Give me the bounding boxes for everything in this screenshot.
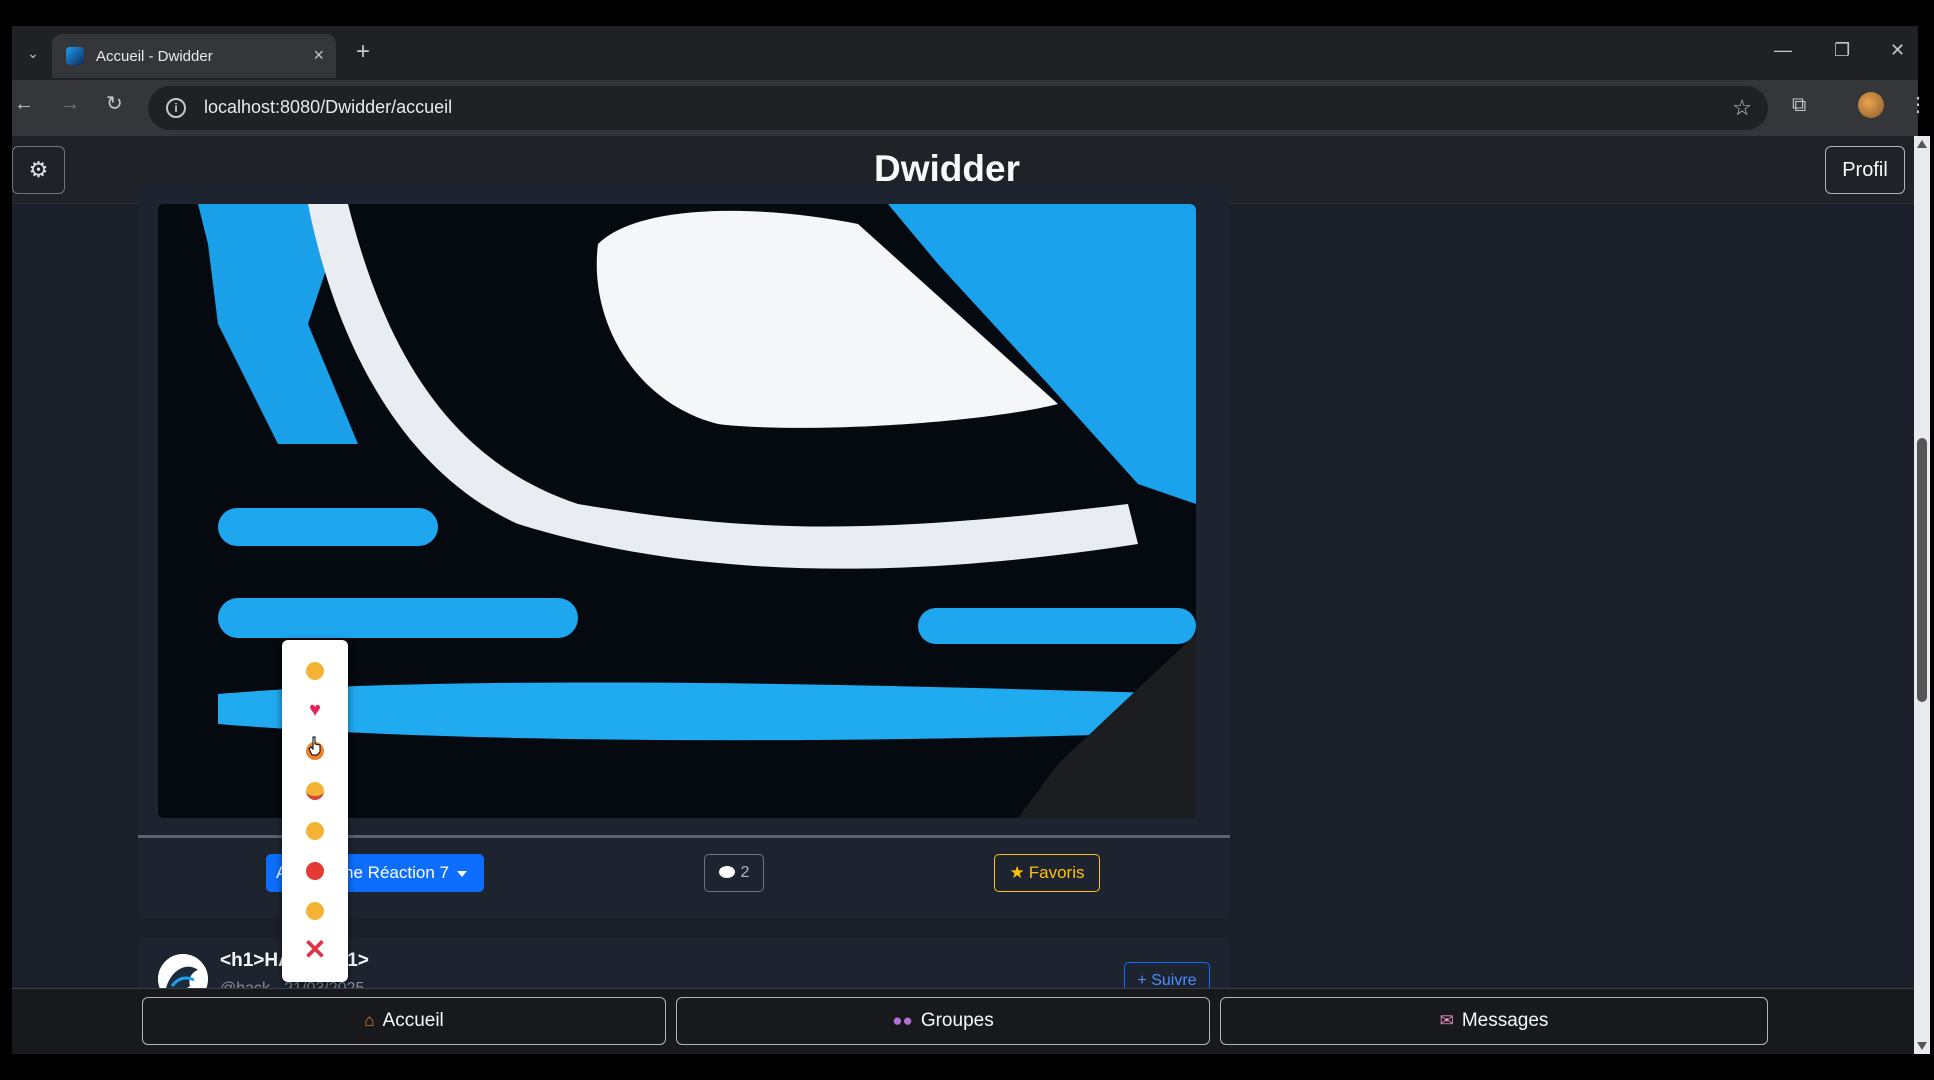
screen: ⌄ Accueil - Dwidder × + — ❐ ✕ ← → ↻ i lo… [0, 0, 1934, 1080]
reaction-thumbs-up[interactable] [282, 650, 348, 690]
page-scrollbar[interactable] [1914, 136, 1930, 1054]
house-icon: ⌂ [364, 1011, 375, 1030]
nav-groups-button[interactable]: ●● Groupes [676, 997, 1210, 1045]
restore-button[interactable]: ❐ [1834, 40, 1850, 61]
laughing-face-icon [306, 782, 324, 801]
reaction-thinking[interactable] [282, 890, 348, 930]
nav-home-button[interactable]: ⌂ Accueil [142, 997, 666, 1045]
reload-icon[interactable]: ↻ [106, 93, 123, 115]
reaction-dropdown-menu: ♥ ✕ [282, 640, 348, 982]
surprised-face-icon [306, 822, 324, 841]
thinking-face-icon [306, 902, 324, 921]
close-icon: ✕ [303, 934, 327, 965]
browser-toolbar: ← → ↻ i localhost:8080/Dwidder/accueil ☆… [12, 80, 1928, 136]
comments-button[interactable]: 2 [704, 854, 764, 892]
nav-groups-label: Groupes [920, 1010, 994, 1031]
caret-down-icon [456, 870, 467, 877]
nav-home-label: Accueil [382, 1010, 444, 1031]
extensions-icon[interactable]: ⧉ [1792, 94, 1806, 117]
scroll-down-arrow-icon[interactable] [1917, 1042, 1927, 1050]
favicon-icon [66, 47, 84, 65]
browser-menu-icon[interactable]: ⋮ [1908, 92, 1928, 117]
minimize-button[interactable]: — [1774, 40, 1792, 61]
scroll-thumb[interactable] [1917, 438, 1927, 702]
heart-icon: ♥ [309, 699, 321, 721]
close-window-button[interactable]: ✕ [1890, 40, 1905, 61]
scroll-up-arrow-icon[interactable] [1917, 140, 1927, 148]
browser-tab[interactable]: Accueil - Dwidder × [52, 34, 336, 78]
comment-bubble-icon [718, 865, 735, 878]
profile-button[interactable]: Profil [1825, 146, 1905, 194]
forward-icon[interactable]: → [60, 93, 80, 115]
back-icon[interactable]: ← [14, 93, 34, 115]
nav-messages-label: Messages [1461, 1010, 1549, 1031]
tab-list-button[interactable]: ⌄ [22, 42, 44, 64]
site-info-icon[interactable]: i [166, 98, 186, 118]
reaction-laughing[interactable] [282, 770, 348, 810]
profile-avatar-icon[interactable] [1858, 92, 1884, 118]
close-tab-icon[interactable]: × [313, 45, 324, 66]
thumbs-up-icon [306, 662, 324, 681]
reaction-heart[interactable]: ♥ [282, 690, 348, 730]
hand-cursor-icon [308, 736, 321, 756]
star-icon: ★ [1009, 863, 1025, 882]
bookmark-star-icon[interactable]: ☆ [1732, 95, 1752, 121]
nav-messages-button[interactable]: ✉ Messages [1220, 997, 1768, 1045]
favorites-button[interactable]: ★ Favoris [994, 854, 1100, 892]
tab-title: Accueil - Dwidder [96, 48, 213, 65]
web-page: ⚙ Dwidder Profil Ajouter une Réaction 7 … [12, 136, 1914, 1054]
envelope-icon: ✉ [1439, 1011, 1454, 1030]
bottom-nav: ⌂ Accueil ●● Groupes ✉ Messages [12, 988, 1914, 1054]
people-icon: ●● [892, 1011, 913, 1030]
reaction-surprised[interactable] [282, 810, 348, 850]
comment-count: 2 [740, 864, 750, 881]
url-text[interactable]: localhost:8080/Dwidder/accueil [204, 97, 452, 118]
reaction-angry[interactable] [282, 850, 348, 890]
reaction-close[interactable]: ✕ [282, 930, 348, 970]
address-bar[interactable]: i localhost:8080/Dwidder/accueil ☆ [148, 86, 1768, 130]
new-tab-button[interactable]: + [356, 40, 370, 64]
favorites-label: Favoris [1028, 863, 1085, 882]
angry-face-icon [306, 862, 324, 881]
